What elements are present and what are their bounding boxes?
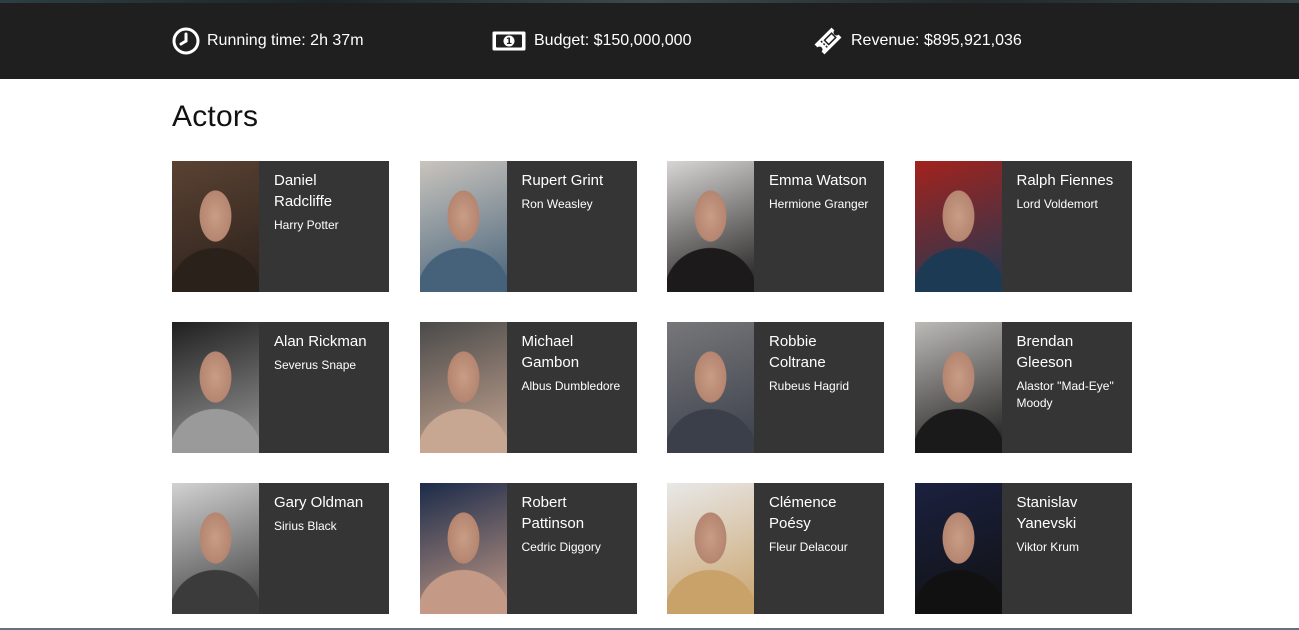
character-name: Harry Potter <box>274 218 339 232</box>
actor-card[interactable]: Ralph Fiennes Lord Voldemort <box>914 161 1132 292</box>
budget-stat: 1 Budget: $150,000,000 <box>491 26 691 56</box>
actor-info: Robert Pattinson Cedric Diggory <box>507 483 637 614</box>
character-name: Cedric Diggory <box>521 540 601 554</box>
character-name: Rubeus Hagrid <box>769 379 850 393</box>
actor-info: Rupert Grint Ron Weasley <box>507 161 637 292</box>
running-time-text: Running time: 2h 37m <box>207 32 364 49</box>
actor-photo[interactable] <box>667 161 754 292</box>
actor-name[interactable]: Michael Gambon <box>522 331 625 373</box>
actor-info: Clémence Poésy Fleur Delacour <box>754 483 884 614</box>
actor-name[interactable]: Emma Watson <box>769 170 872 191</box>
budget-text: Budget: $150,000,000 <box>534 32 692 49</box>
actor-card[interactable]: Robert Pattinson Cedric Diggory <box>419 483 637 614</box>
actors-grid: Daniel Radcliffe Harry Potter Rupert Gri… <box>172 161 1132 616</box>
actor-name[interactable]: Ralph Fiennes <box>1017 170 1120 191</box>
actor-name[interactable]: Robbie Coltrane <box>769 331 872 373</box>
character-name: Ron Weasley <box>521 197 593 211</box>
character-name: Lord Voldemort <box>1016 197 1098 211</box>
actor-name[interactable]: Rupert Grint <box>522 170 625 191</box>
actor-photo[interactable] <box>419 161 507 292</box>
actor-card[interactable]: Michael Gambon Albus Dumbledore <box>419 322 637 453</box>
actor-photo[interactable] <box>419 483 507 614</box>
ticket-icon <box>812 25 844 57</box>
actors-heading: Actors <box>172 100 259 133</box>
actor-card[interactable]: Rupert Grint Ron Weasley <box>419 161 637 292</box>
actor-photo[interactable] <box>172 161 259 292</box>
actor-photo[interactable] <box>172 483 259 614</box>
actor-name[interactable]: Gary Oldman <box>274 492 377 513</box>
actor-photo[interactable] <box>172 322 259 453</box>
character-name: Sirius Black <box>274 519 337 533</box>
character-name: Severus Snape <box>274 358 357 372</box>
actor-info: Brendan Gleeson Alastor "Mad-Eye" Moody <box>1002 322 1132 453</box>
character-name: Hermione Granger <box>769 197 869 211</box>
actor-name[interactable]: Stanislav Yanevski <box>1017 492 1120 534</box>
character-name: Fleur Delacour <box>769 540 848 554</box>
actor-info: Emma Watson Hermione Granger <box>754 161 884 292</box>
character-name: Alastor "Mad-Eye" Moody <box>1016 379 1114 410</box>
actor-card[interactable]: Robbie Coltrane Rubeus Hagrid <box>667 322 884 453</box>
actor-photo[interactable] <box>667 322 754 453</box>
banknote-icon: 1 <box>491 29 527 53</box>
movie-details-page: Running time: 2h 37m 1 Budget: $150,000,… <box>0 0 1299 630</box>
actor-card[interactable]: Stanislav Yanevski Viktor Krum <box>914 483 1132 614</box>
clock-icon <box>172 27 200 55</box>
actor-info: Michael Gambon Albus Dumbledore <box>507 322 637 453</box>
actor-name[interactable]: Brendan Gleeson <box>1017 331 1120 373</box>
actor-photo[interactable] <box>914 161 1002 292</box>
actor-photo[interactable] <box>914 322 1002 453</box>
actor-info: Gary Oldman Sirius Black <box>259 483 389 614</box>
actor-info: Stanislav Yanevski Viktor Krum <box>1002 483 1132 614</box>
actor-card[interactable]: Daniel Radcliffe Harry Potter <box>172 161 389 292</box>
running-time-stat: Running time: 2h 37m <box>172 26 364 56</box>
actor-card[interactable]: Brendan Gleeson Alastor "Mad-Eye" Moody <box>914 322 1132 453</box>
actor-name[interactable]: Daniel Radcliffe <box>274 170 377 212</box>
revenue-text: Revenue: $895,921,036 <box>851 32 1022 49</box>
character-name: Albus Dumbledore <box>521 379 621 393</box>
actor-photo[interactable] <box>914 483 1002 614</box>
character-name: Viktor Krum <box>1016 540 1079 554</box>
actor-card[interactable]: Gary Oldman Sirius Black <box>172 483 389 614</box>
actor-name[interactable]: Alan Rickman <box>274 331 377 352</box>
actor-info: Alan Rickman Severus Snape <box>259 322 389 453</box>
backdrop-strip <box>0 0 1299 3</box>
movie-stats-bar: Running time: 2h 37m 1 Budget: $150,000,… <box>0 0 1299 79</box>
actor-photo[interactable] <box>667 483 754 614</box>
actor-photo[interactable] <box>419 322 507 453</box>
revenue-stat: Revenue: $895,921,036 <box>812 26 1022 56</box>
actor-card[interactable]: Emma Watson Hermione Granger <box>667 161 884 292</box>
actor-info: Ralph Fiennes Lord Voldemort <box>1002 161 1132 292</box>
actor-info: Robbie Coltrane Rubeus Hagrid <box>754 322 884 453</box>
actor-card[interactable]: Clémence Poésy Fleur Delacour <box>667 483 884 614</box>
actor-card[interactable]: Alan Rickman Severus Snape <box>172 322 389 453</box>
actor-name[interactable]: Robert Pattinson <box>522 492 625 534</box>
actor-info: Daniel Radcliffe Harry Potter <box>259 161 389 292</box>
actor-name[interactable]: Clémence Poésy <box>769 492 872 534</box>
svg-text:1: 1 <box>506 37 512 47</box>
